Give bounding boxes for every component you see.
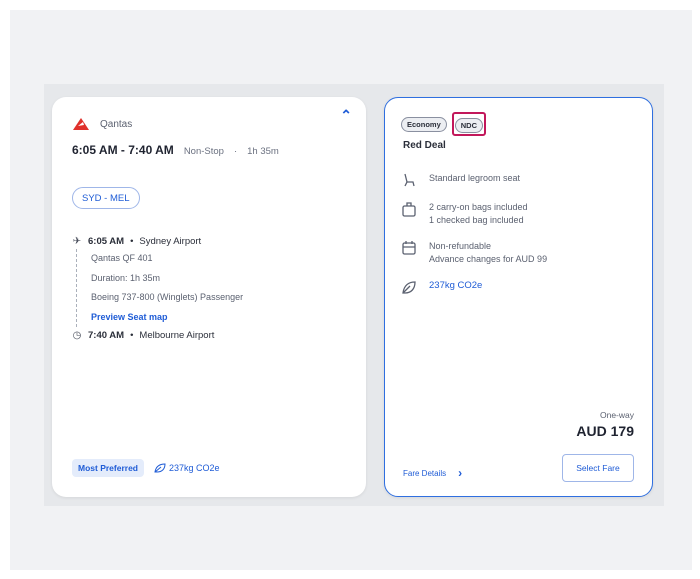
aircraft-type: Boeing 737-800 (Winglets) Passenger [91,292,244,302]
fare-price: AUD 179 [576,423,634,439]
fare-card[interactable]: Economy NDC Red Deal Standard legroom se… [384,97,653,497]
feature-text: 2 carry-on bags included 1 checked bag i… [429,201,528,227]
feature-co2: 237kg CO2e [401,279,641,295]
feature-text: Non-refundable Advance changes for AUD 9… [429,240,547,266]
airline-logo-icon [73,118,89,130]
calendar-icon [402,241,416,255]
stops-label: Non-Stop [183,146,224,157]
flight-card-footer: Most Preferred 237kg CO2e [72,459,220,477]
departure-airport: Sydney Airport [139,235,202,247]
feature-text: 237kg CO2e [429,279,482,295]
feature-line: Advance changes for AUD 99 [429,254,548,264]
arrival-line: ◷ 7:40 AM • Melbourne Airport [72,327,352,343]
flight-summary: 6:05 AM - 7:40 AM Non-Stop · 1h 35m [72,143,279,157]
itinerary: ✈ 6:05 AM • Sydney Airport Qantas QF 401… [72,233,352,343]
arrival-time: 7:40 AM [88,329,125,341]
leaf-icon [402,281,416,294]
arrival-airport: Melbourne Airport [139,329,215,341]
feature-line: 1 checked bag included [429,215,524,225]
airline-name: Qantas [100,118,133,130]
leaf-icon [154,463,166,473]
airline-row: Qantas [72,117,132,131]
trip-type-label: One-way [599,410,634,420]
chevron-up-icon[interactable]: ⌃ [340,107,352,124]
select-fare-button[interactable]: Select Fare [562,454,634,482]
feature-seat: Standard legroom seat [401,172,641,188]
co2-emissions: 237kg CO2e [154,463,220,473]
most-preferred-badge: Most Preferred [72,459,144,477]
baggage-icon [402,202,416,217]
plane-icon: ✈ [72,235,82,247]
flight-card: Qantas ⌃ 6:05 AM - 7:40 AM Non-Stop · 1h… [52,97,366,497]
clock-icon: ◷ [72,329,82,341]
departure-line: ✈ 6:05 AM • Sydney Airport [72,233,352,249]
cabin-class-badge: Economy [401,116,447,132]
fare-details-link[interactable]: Fare Details › [403,466,462,480]
feature-line: Non-refundable [429,241,492,251]
preview-seat-map-link[interactable]: Preview Seat map [91,308,352,328]
feature-line: 2 carry-on bags included [429,202,528,212]
seat-icon [404,173,415,187]
co2-value: 237kg CO2e [429,280,483,291]
ndc-badge: NDC [454,118,484,133]
flight-number: Qantas QF 401 [91,253,153,263]
ndc-highlight: NDC [451,112,487,136]
fare-details-label: Fare Details [403,468,447,478]
feature-baggage: 2 carry-on bags included 1 checked bag i… [401,201,641,227]
feature-text: Standard legroom seat [429,172,520,188]
bullet: • [130,329,134,341]
bullet: • [130,235,134,247]
departure-time: 6:05 AM [88,235,125,247]
feature-line: Standard legroom seat [429,173,521,183]
route-chip[interactable]: SYD - MEL [72,187,140,209]
co2-value: 237kg CO2e [169,463,220,473]
chevron-right-icon: › [458,466,463,480]
flight-times: 6:05 AM - 7:40 AM [72,143,174,157]
fare-badges: Economy NDC [401,112,487,136]
price-block: One-way AUD 179 [576,410,634,439]
fare-name: Red Deal [403,140,446,151]
segment-duration: Duration: 1h 35m [91,272,161,283]
duration-label: 1h 35m [247,146,279,157]
feature-refund: Non-refundable Advance changes for AUD 9… [401,240,641,266]
fare-features: Standard legroom seat 2 carry-on bags in… [401,172,641,308]
separator: · [233,146,238,157]
segment-details: Qantas QF 401 Duration: 1h 35m Boeing 73… [76,249,352,327]
route-label: SYD - MEL [82,192,130,204]
